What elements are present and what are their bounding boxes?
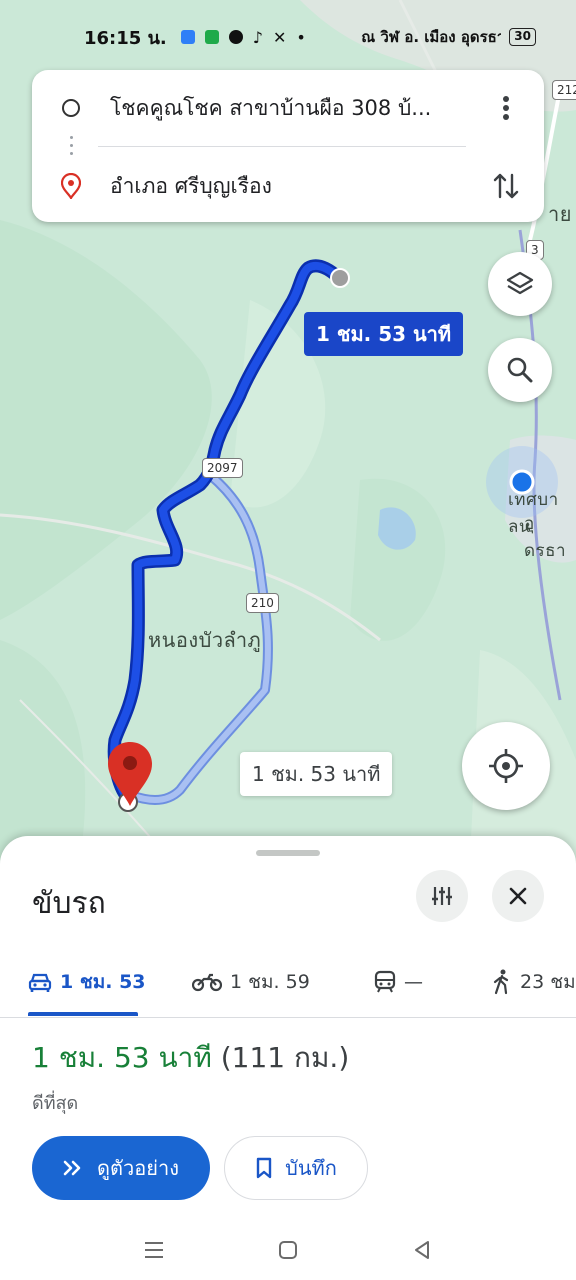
road-shield-212: 212: [552, 80, 576, 100]
tab-drive[interactable]: 1 ชม. 53: [28, 948, 146, 1016]
primary-route-time-label[interactable]: 1 ชม. 53 นาที: [304, 312, 464, 356]
my-location-button[interactable]: [462, 722, 550, 810]
road-shield-2097: 2097: [202, 458, 243, 478]
sheet-drag-handle[interactable]: [256, 850, 320, 856]
status-icons: ♪ ✕ •: [180, 27, 306, 47]
battery-icon: 30: [509, 28, 536, 46]
tune-icon: [432, 887, 452, 905]
close-button[interactable]: [492, 870, 544, 922]
directions-bottom-sheet: ขับรถ 1 ชม. 53 1 ชม. 59 — 23 ชม 1 ชม. 53…: [0, 836, 576, 1280]
back-icon[interactable]: [411, 1239, 433, 1261]
alt-route-time-label[interactable]: 1 ชม. 53 นาที: [240, 752, 393, 796]
route-duration: 1 ชม. 53 นาที: [32, 1041, 212, 1074]
route-start-dot: [330, 268, 350, 288]
double-chevron-icon: [63, 1160, 81, 1176]
home-icon[interactable]: [277, 1239, 299, 1261]
system-nav-bar: [0, 1220, 576, 1280]
motorcycle-icon: [192, 973, 222, 992]
map-edge-label: าย: [548, 202, 572, 226]
tab-walk[interactable]: 23 ชม: [492, 948, 576, 1016]
tab-transit-label: —: [404, 971, 423, 993]
map-place-label: หนองบัวลำภู: [148, 628, 262, 652]
route-search-card: โชคคูณโชค สาขาบ้านผือ 308 บ้... อำเภอ ศร…: [32, 70, 544, 222]
preview-button-label: ดูตัวอย่าง: [97, 1156, 179, 1180]
road-shield-210: 210: [246, 593, 279, 613]
origin-circle-icon: [32, 99, 110, 117]
swap-directions-icon[interactable]: [486, 166, 526, 206]
save-button-label: บันทึก: [285, 1156, 337, 1180]
more-notifications-icon: •: [296, 27, 306, 47]
route-divider: [98, 146, 466, 147]
car-icon: [28, 973, 52, 992]
tab-motorcycle-label: 1 ชม. 59: [230, 971, 310, 993]
map-search-button[interactable]: [488, 338, 552, 402]
origin-field[interactable]: โชคคูณโชค สาขาบ้านผือ 308 บ้...: [110, 92, 474, 125]
layers-button[interactable]: [488, 252, 552, 316]
tab-drive-label: 1 ชม. 53: [60, 971, 146, 993]
route-distance: (111 กม.): [220, 1041, 350, 1074]
more-options-icon[interactable]: [486, 88, 526, 128]
travel-mode-tabs: 1 ชม. 53 1 ชม. 59 — 23 ชม: [0, 948, 576, 1018]
walk-icon: [493, 969, 509, 995]
tab-motorcycle[interactable]: 1 ชม. 59: [192, 948, 310, 1016]
route-options-button[interactable]: [416, 870, 468, 922]
sheet-title: ขับรถ: [32, 886, 106, 921]
preview-button[interactable]: ดูตัวอย่าง: [32, 1136, 210, 1200]
status-right: ณ วิฬ อ. เมือง อุดรธานี 30: [361, 25, 536, 49]
tab-transit[interactable]: —: [374, 948, 423, 1016]
route-summary[interactable]: 1 ชม. 53 นาที (111 กม.): [32, 1036, 349, 1080]
train-icon: [374, 970, 396, 993]
destination-pin-icon: [32, 173, 110, 199]
bookmark-icon: [256, 1157, 272, 1179]
destination-field[interactable]: อำเภอ ศรีบุญเรือง: [110, 170, 474, 203]
recents-menu-icon[interactable]: [143, 1240, 165, 1260]
meet-notification-icon: [204, 30, 219, 44]
origin-row[interactable]: โชคคูณโชค สาขาบ้านผือ 308 บ้...: [32, 78, 544, 138]
destination-row[interactable]: อำเภอ ศรีบุญเรือง: [32, 156, 544, 216]
app-notification-icon: [180, 30, 195, 44]
status-location-text: ณ วิฬ อ. เมือง อุดรธานี: [361, 28, 502, 46]
save-button[interactable]: บันทึก: [224, 1136, 368, 1200]
best-route-label: ดีที่สุด: [32, 1093, 79, 1114]
my-location-icon: [489, 749, 523, 783]
layers-icon: [506, 271, 534, 295]
close-icon: [509, 887, 527, 905]
active-tab-indicator: [28, 1012, 138, 1016]
status-time: 16:15 น.: [84, 27, 167, 49]
status-bar: 16:15 น. ♪ ✕ • ณ วิฬ อ. เมือง อุดรธานี 3…: [84, 20, 536, 54]
search-icon: [507, 357, 533, 383]
map-city-label-2: อุดรธา: [524, 514, 567, 561]
tab-walk-label: 23 ชม: [520, 971, 576, 993]
tiktok-notification-icon: ♪: [252, 27, 263, 47]
capcut-notification-icon: ✕: [272, 27, 287, 47]
line-notification-icon: [228, 30, 243, 44]
